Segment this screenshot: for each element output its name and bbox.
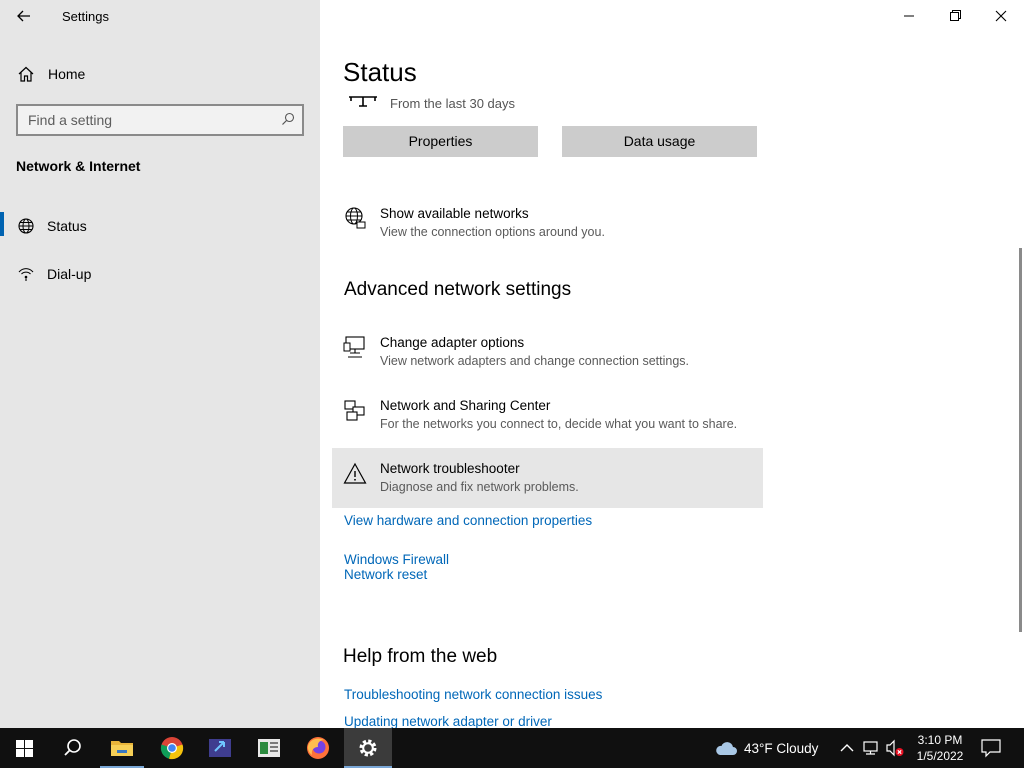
clock-time: 3:10 PM (917, 733, 963, 747)
search-input[interactable] (28, 110, 268, 130)
hardware-properties-link[interactable]: View hardware and connection properties (344, 513, 592, 528)
start-button[interactable] (0, 728, 48, 768)
back-arrow-icon (17, 10, 30, 22)
network-reset-link[interactable]: Network reset (344, 567, 427, 582)
page-title: Status (343, 57, 417, 87)
updating-adapter-link[interactable]: Updating network adapter or driver (344, 714, 552, 728)
item-title: Network and Sharing Center (380, 398, 551, 413)
sidebar-item-dialup[interactable]: Dial-up (0, 260, 320, 288)
folder-icon (111, 741, 133, 756)
home-icon (18, 66, 34, 82)
restore-icon (950, 10, 961, 21)
sidebar-item-label: Status (47, 218, 87, 234)
sidebar-item-label: Home (48, 66, 86, 82)
network-troubleshooter[interactable]: Network troubleshooter Diagnose and fix … (332, 448, 763, 508)
item-description: View network adapters and change connect… (380, 354, 689, 368)
firefox-icon (307, 737, 329, 759)
network-tray-icon[interactable] (861, 738, 881, 758)
usage-period-text: From the last 30 days (390, 96, 515, 111)
item-description: For the networks you connect to, decide … (380, 417, 738, 431)
sidebar-item-status[interactable]: Status (0, 212, 320, 240)
close-icon (995, 10, 1007, 22)
sidebar-item-label: Dial-up (47, 266, 92, 282)
firefox-button[interactable] (294, 728, 342, 768)
change-adapter-options[interactable]: Change adapter options View network adap… (332, 327, 763, 387)
minimize-button[interactable] (886, 0, 932, 32)
warning-icon (343, 462, 367, 484)
clock-date: 1/5/2022 (916, 749, 964, 763)
network-sharing-center[interactable]: Network and Sharing Center For the netwo… (332, 390, 763, 450)
restore-button[interactable] (932, 0, 978, 32)
troubleshooting-link[interactable]: Troubleshooting network connection issue… (344, 687, 602, 702)
item-title: Network troubleshooter (380, 461, 520, 476)
chrome-icon (160, 737, 184, 760)
cloud-icon (716, 742, 737, 755)
chevron-up-icon[interactable] (837, 738, 857, 758)
spreadsheet-app-button[interactable] (245, 728, 293, 768)
settings-taskbar-button[interactable] (344, 728, 392, 768)
chrome-button[interactable] (148, 728, 196, 768)
data-usage-button[interactable]: Data usage (562, 126, 757, 157)
spreadsheet-icon (258, 739, 280, 757)
section-heading: Network & Internet (16, 158, 141, 174)
notification-icon[interactable] (980, 738, 1002, 758)
gear-icon (359, 739, 377, 757)
weather-widget[interactable]: 43°F Cloudy (712, 728, 832, 768)
item-title: Change adapter options (380, 335, 525, 350)
minimize-icon (904, 15, 914, 17)
windows-logo-icon (16, 740, 33, 757)
app-title: Settings (62, 9, 109, 24)
properties-button[interactable]: Properties (343, 126, 538, 157)
taskbar-search-button[interactable] (48, 728, 96, 768)
search-icon (64, 739, 81, 756)
item-description: View the connection options around you. (380, 225, 605, 239)
volume-muted-icon[interactable] (885, 738, 905, 758)
sharing-center-icon (344, 400, 365, 421)
dialup-icon (18, 268, 34, 281)
adapter-icon (343, 336, 365, 358)
sidebar-item-home[interactable]: Home (0, 60, 320, 88)
sidebar: Settings Home Network & Internet Status … (0, 0, 320, 728)
system-clock[interactable]: 3:10 PM 1/5/2022 (910, 732, 970, 764)
data-usage-summary: From the last 30 days (348, 92, 648, 114)
scrollbar[interactable] (1019, 248, 1022, 632)
help-heading: Help from the web (343, 646, 498, 667)
taskbar: 43°F Cloudy 3:10 PM 1/5/2022 (0, 728, 1024, 768)
ethernet-icon (349, 96, 377, 107)
close-button[interactable] (978, 0, 1024, 32)
item-description: Diagnose and fix network problems. (380, 480, 579, 494)
app-window-icon (209, 739, 231, 757)
search-box[interactable] (16, 104, 304, 136)
windows-firewall-link[interactable]: Windows Firewall (344, 552, 449, 567)
back-button[interactable] (14, 6, 34, 26)
search-icon[interactable] (281, 112, 295, 126)
globe-network-icon (345, 207, 366, 229)
show-available-networks[interactable]: Show available networks View the connect… (332, 198, 763, 258)
file-explorer-button[interactable] (98, 728, 146, 768)
main-content: Status From the last 30 days Properties … (320, 0, 1024, 728)
advanced-settings-heading: Advanced network settings (344, 279, 572, 300)
globe-icon (18, 218, 34, 234)
weather-text: 43°F Cloudy (744, 741, 819, 756)
item-title: Show available networks (380, 206, 529, 221)
taskbar-app-button[interactable] (196, 728, 244, 768)
